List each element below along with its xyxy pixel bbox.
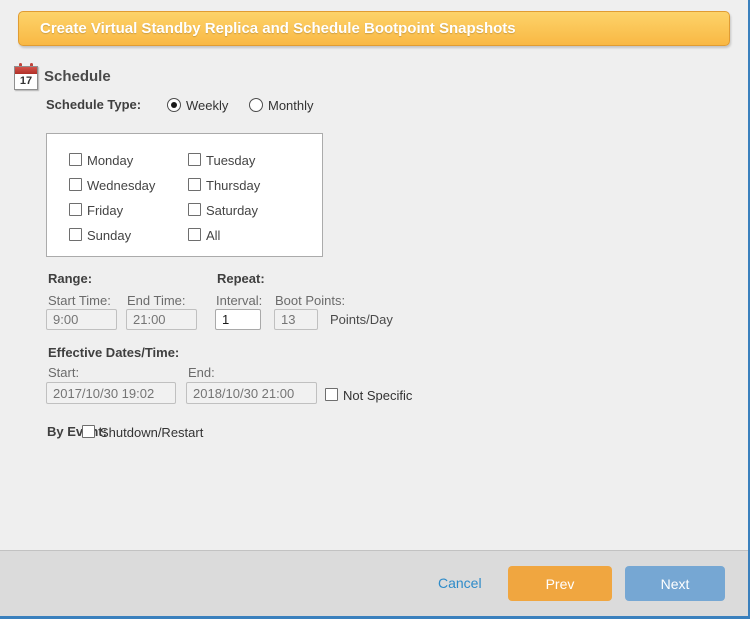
sunday-label: Sunday [87, 228, 131, 243]
friday-checkbox[interactable] [69, 203, 82, 216]
wednesday-label: Wednesday [87, 178, 155, 193]
calendar-icon-day: 17 [15, 75, 37, 87]
calendar-icon-header [15, 67, 37, 74]
day-item-sunday[interactable]: Sunday [69, 227, 179, 243]
monthly-radio[interactable] [249, 98, 263, 112]
day-item-all[interactable]: All [188, 227, 298, 243]
dialog-title-banner: Create Virtual Standby Replica and Sched… [18, 11, 730, 46]
thursday-label: Thursday [206, 178, 260, 193]
shutdown-restart-checkbox[interactable] [82, 425, 95, 438]
day-item-wednesday[interactable]: Wednesday [69, 177, 179, 193]
day-item-tuesday[interactable]: Tuesday [188, 152, 298, 168]
dialog-title: Create Virtual Standby Replica and Sched… [40, 20, 516, 37]
day-item-saturday[interactable]: Saturday [188, 202, 298, 218]
points-per-day-label: Points/Day [330, 312, 393, 327]
all-days-checkbox[interactable] [188, 228, 201, 241]
monthly-radio-label[interactable]: Monthly [268, 98, 314, 113]
saturday-checkbox[interactable] [188, 203, 201, 216]
calendar-icon-body: 17 [14, 66, 38, 90]
cancel-link[interactable]: Cancel [438, 575, 482, 591]
effective-end-input[interactable] [186, 382, 317, 404]
repeat-heading: Repeat: [217, 271, 265, 286]
thursday-checkbox[interactable] [188, 178, 201, 191]
effective-start-label: Start: [48, 365, 79, 380]
tuesday-label: Tuesday [206, 153, 255, 168]
monday-checkbox[interactable] [69, 153, 82, 166]
day-item-monday[interactable]: Monday [69, 152, 179, 168]
monday-label: Monday [87, 153, 133, 168]
friday-label: Friday [87, 203, 123, 218]
start-time-input[interactable] [46, 309, 117, 330]
saturday-label: Saturday [206, 203, 258, 218]
day-item-friday[interactable]: Friday [69, 202, 179, 218]
tuesday-checkbox[interactable] [188, 153, 201, 166]
not-specific-checkbox[interactable] [325, 388, 338, 401]
weekly-radio[interactable] [167, 98, 181, 112]
effective-dates-heading: Effective Dates/Time: [48, 345, 179, 360]
next-button[interactable]: Next [625, 566, 725, 601]
boot-points-input[interactable] [274, 309, 318, 330]
interval-input[interactable] [215, 309, 261, 330]
by-event-label: By Event: [47, 424, 107, 439]
effective-start-input[interactable] [46, 382, 176, 404]
shutdown-restart-label[interactable]: Shutdown/Restart [100, 425, 203, 440]
schedule-section-title: Schedule [44, 68, 111, 85]
create-virtual-standby-dialog: Create Virtual Standby Replica and Sched… [0, 0, 750, 619]
interval-label: Interval: [216, 293, 262, 308]
sunday-checkbox[interactable] [69, 228, 82, 241]
effective-end-label: End: [188, 365, 215, 380]
schedule-type-label: Schedule Type: [46, 97, 141, 112]
not-specific-label[interactable]: Not Specific [343, 388, 412, 403]
end-time-label: End Time: [127, 293, 186, 308]
all-days-label: All [206, 228, 220, 243]
calendar-icon: 17 [14, 63, 38, 90]
wednesday-checkbox[interactable] [69, 178, 82, 191]
boot-points-label: Boot Points: [275, 293, 345, 308]
start-time-label: Start Time: [48, 293, 111, 308]
prev-button[interactable]: Prev [508, 566, 612, 601]
range-heading: Range: [48, 271, 92, 286]
end-time-input[interactable] [126, 309, 197, 330]
weekly-radio-label[interactable]: Weekly [186, 98, 228, 113]
days-of-week-box: Monday Tuesday Wednesday Thursday Friday… [46, 133, 323, 257]
day-item-thursday[interactable]: Thursday [188, 177, 298, 193]
